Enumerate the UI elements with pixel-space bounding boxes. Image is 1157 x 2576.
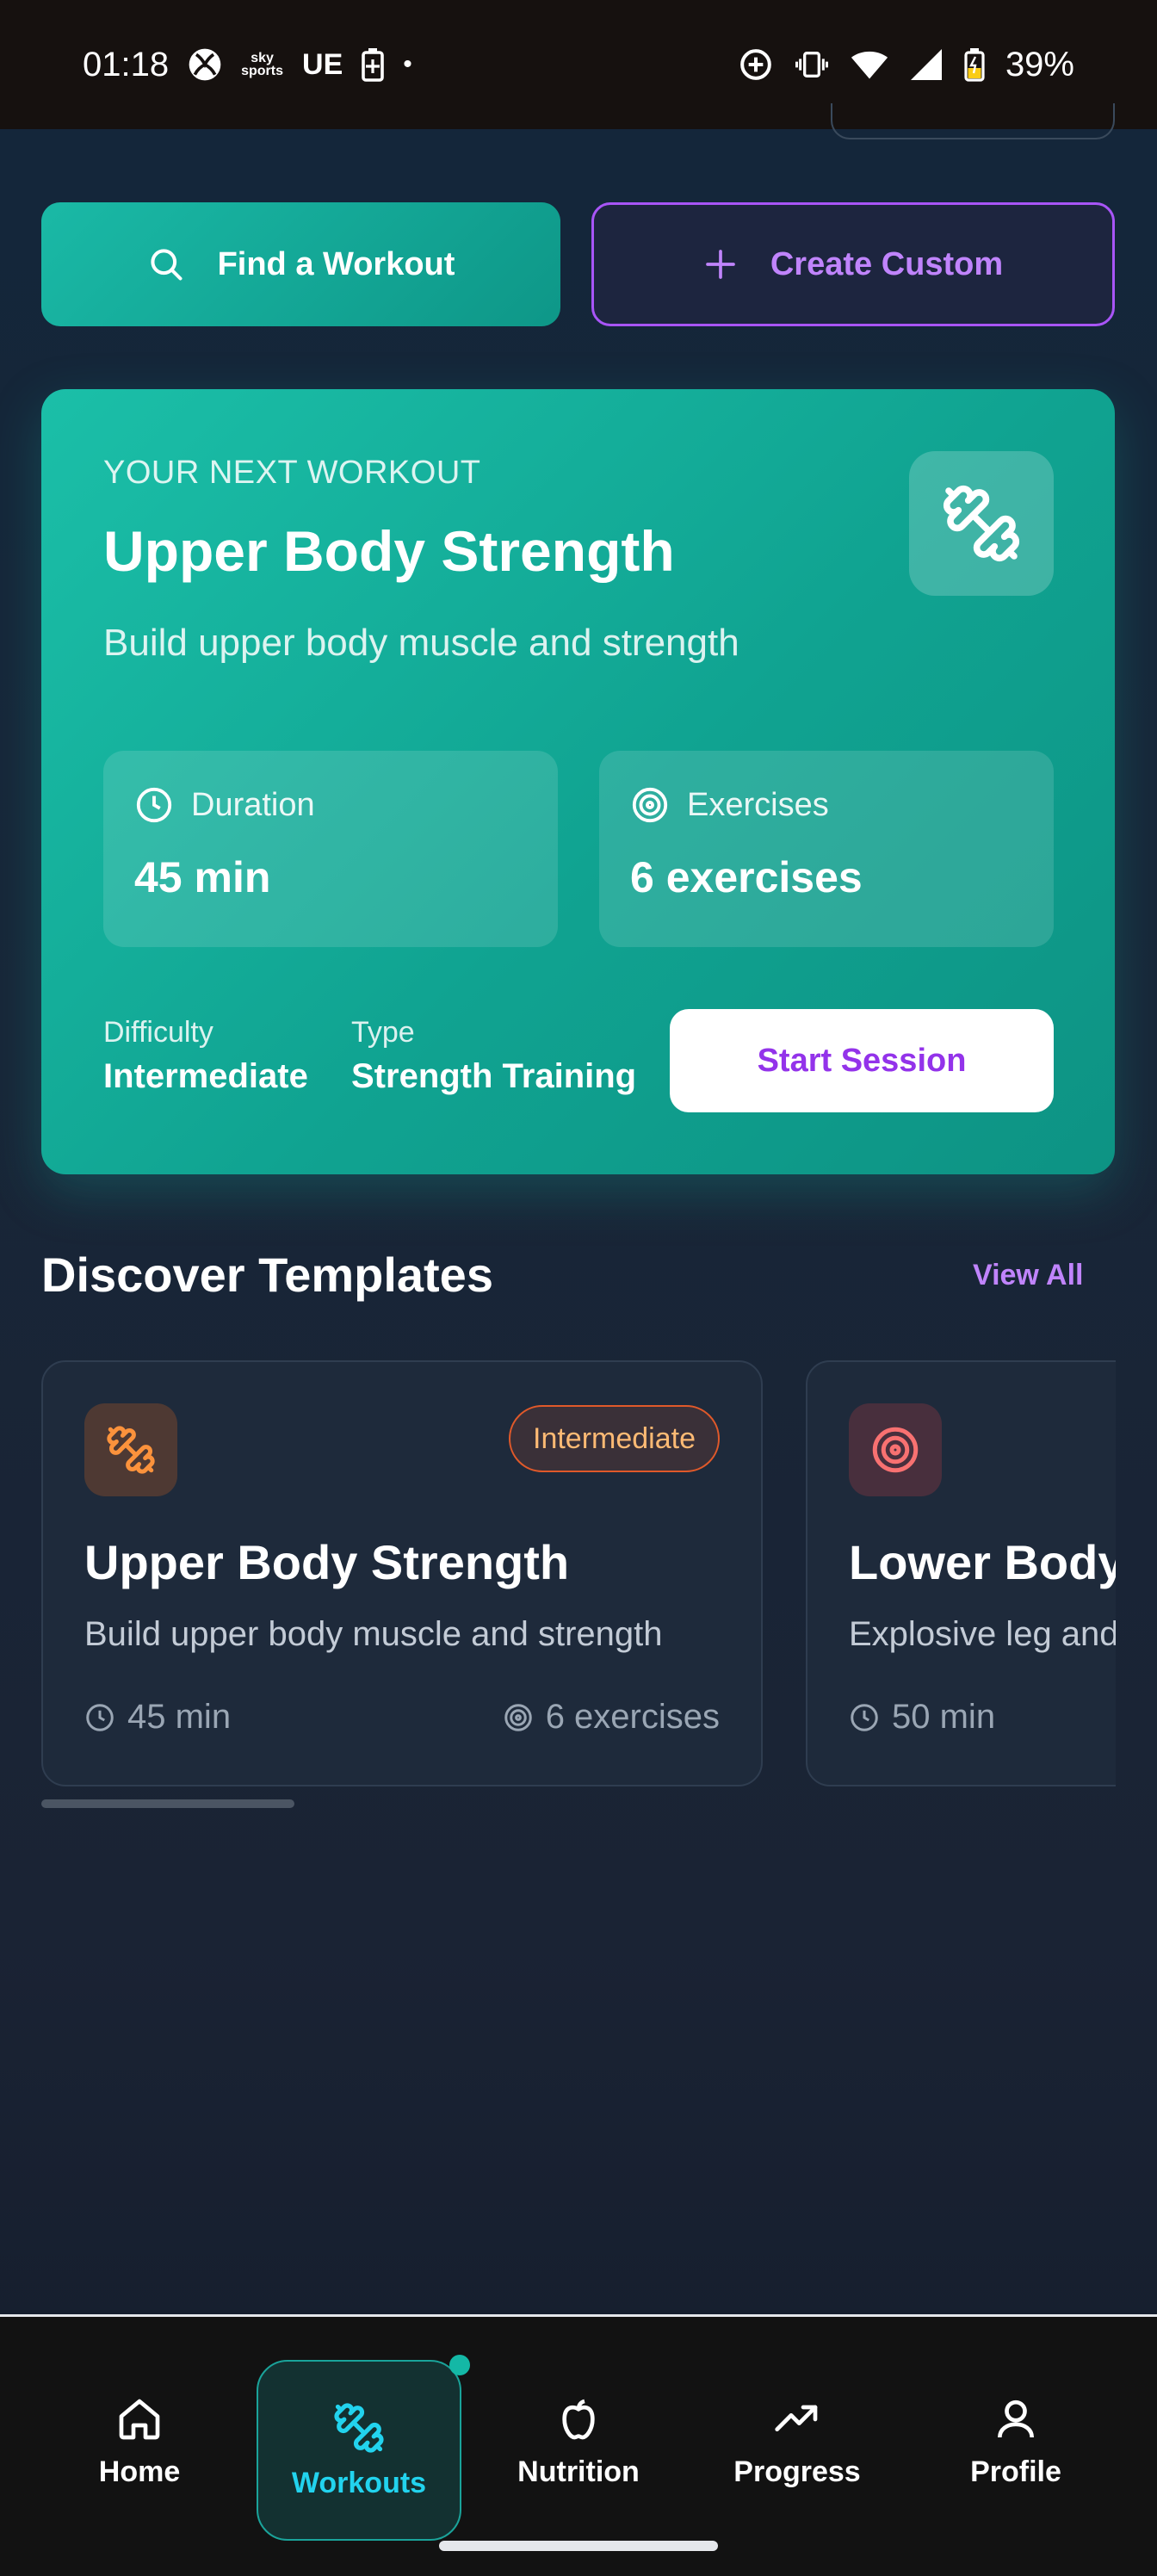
next-workout-title: Upper Body Strength — [103, 519, 675, 583]
battery-percent: 39% — [1005, 45, 1074, 84]
bottom-nav: Home Workouts Nutrition Progress Profile — [0, 2314, 1157, 2576]
vibrate-icon — [794, 47, 830, 82]
create-custom-button[interactable]: Create Custom — [591, 202, 1115, 326]
template-description: Build upper body muscle and strength — [84, 1615, 663, 1653]
duration-label: Duration — [191, 786, 315, 823]
template-duration: 50 min — [849, 1698, 995, 1737]
apple-icon — [554, 2395, 603, 2443]
nav-workouts-label: Workouts — [291, 2466, 427, 2499]
template-description: Explosive leg and glute workout — [849, 1615, 1116, 1653]
next-workout-description: Build upper body muscle and strength — [103, 622, 739, 664]
view-all-link[interactable]: View All — [973, 1259, 1084, 1292]
wifi-icon — [851, 47, 888, 82]
target-icon — [503, 1702, 534, 1733]
exercises-stat: Exercises 6 exercises — [599, 751, 1054, 947]
home-indicator[interactable] — [439, 2541, 718, 2551]
dumbbell-icon — [909, 451, 1054, 596]
template-title: Upper Body Strength — [84, 1535, 570, 1589]
home-icon — [115, 2395, 164, 2443]
create-custom-label: Create Custom — [770, 245, 1004, 282]
signal-icon — [909, 47, 944, 82]
nav-profile-label: Profile — [970, 2455, 1061, 2488]
battery-icon — [964, 47, 985, 82]
nav-home-label: Home — [98, 2455, 181, 2488]
type-label: Type — [351, 1016, 415, 1049]
clock-icon — [134, 785, 174, 825]
plus-icon — [703, 247, 738, 282]
next-workout-card[interactable]: YOUR NEXT WORKOUT Upper Body Strength Bu… — [41, 389, 1115, 1174]
difficulty-value: Intermediate — [103, 1057, 308, 1095]
duration-value: 45 min — [134, 853, 271, 901]
user-icon — [992, 2395, 1040, 2443]
type-value: Strength Training — [351, 1057, 637, 1095]
template-card[interactable]: Lower Body Power Explosive leg and glute… — [806, 1360, 1116, 1786]
xbox-icon — [188, 47, 222, 82]
template-card-clip: Lower Body Power Explosive leg and glute… — [806, 1360, 1116, 1786]
template-duration-value: 50 min — [892, 1698, 996, 1736]
nav-nutrition-label: Nutrition — [517, 2455, 640, 2488]
nav-workouts[interactable]: Workouts — [257, 2360, 461, 2541]
find-workout-label: Find a Workout — [217, 245, 455, 282]
horizontal-scrollbar[interactable] — [41, 1799, 294, 1808]
nav-home[interactable]: Home — [45, 2369, 234, 2515]
nav-progress[interactable]: Progress — [702, 2369, 892, 2515]
ue-icon: UE — [302, 47, 343, 81]
exercises-value: 6 exercises — [630, 853, 863, 901]
discover-templates-title: Discover Templates — [41, 1248, 493, 1302]
status-time: 01:18 — [83, 45, 170, 84]
sky-sports-icon: sky sports — [241, 52, 284, 78]
template-duration: 45 min — [84, 1698, 231, 1737]
template-exercises: 6 exercises — [503, 1698, 720, 1737]
dumbbell-icon — [84, 1403, 177, 1496]
status-dot: • — [403, 50, 412, 78]
nav-profile[interactable]: Profile — [921, 2369, 1111, 2515]
difficulty-badge: Intermediate — [509, 1405, 720, 1472]
difficulty-label: Difficulty — [103, 1016, 213, 1049]
nav-nutrition[interactable]: Nutrition — [484, 2369, 673, 2515]
target-icon — [849, 1403, 942, 1496]
search-icon — [147, 245, 185, 283]
active-indicator-dot — [449, 2355, 470, 2375]
template-card[interactable]: Intermediate Upper Body Strength Build u… — [41, 1360, 763, 1786]
battery-saver-icon — [362, 47, 385, 82]
start-session-button[interactable]: Start Session — [670, 1009, 1054, 1112]
trending-up-icon — [773, 2395, 821, 2443]
sky-line2: sports — [241, 64, 284, 78]
clock-icon — [84, 1702, 115, 1733]
template-exercises-value: 6 exercises — [545, 1698, 720, 1736]
template-duration-value: 45 min — [127, 1698, 232, 1736]
duration-stat: Duration 45 min — [103, 751, 558, 947]
dumbbell-icon — [332, 2401, 386, 2455]
clock-icon — [849, 1702, 880, 1733]
target-icon — [630, 785, 670, 825]
partial-header-element — [831, 103, 1115, 139]
template-title: Lower Body Power — [849, 1535, 1116, 1589]
exercises-label: Exercises — [687, 786, 829, 823]
find-workout-button[interactable]: Find a Workout — [41, 202, 560, 326]
next-workout-eyebrow: YOUR NEXT WORKOUT — [103, 455, 481, 491]
nav-progress-label: Progress — [733, 2455, 861, 2488]
data-saver-icon — [739, 47, 773, 82]
